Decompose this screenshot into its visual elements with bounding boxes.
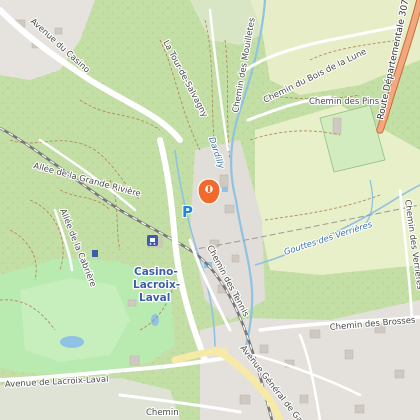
station-name-line3: Laval <box>139 292 170 304</box>
map-view[interactable]: P Avenue du Casino La Tour-de-Salvagny C… <box>0 0 420 420</box>
label-chemin-bottom: Chemin <box>146 408 179 418</box>
station-name-line2: Lacroix- <box>133 279 180 291</box>
pond <box>60 336 84 348</box>
label-chemin-des-pins: Chemin des Pins <box>309 97 380 107</box>
pool <box>222 187 228 192</box>
station-name-line1: Casino- <box>134 266 178 278</box>
map-canvas: P Avenue du Casino La Tour-de-Salvagny C… <box>0 0 420 420</box>
parking-icon[interactable]: P <box>181 202 194 222</box>
location-pin-icon[interactable] <box>197 178 221 205</box>
tree-icon <box>92 250 98 257</box>
train-station-icon[interactable] <box>147 235 158 246</box>
